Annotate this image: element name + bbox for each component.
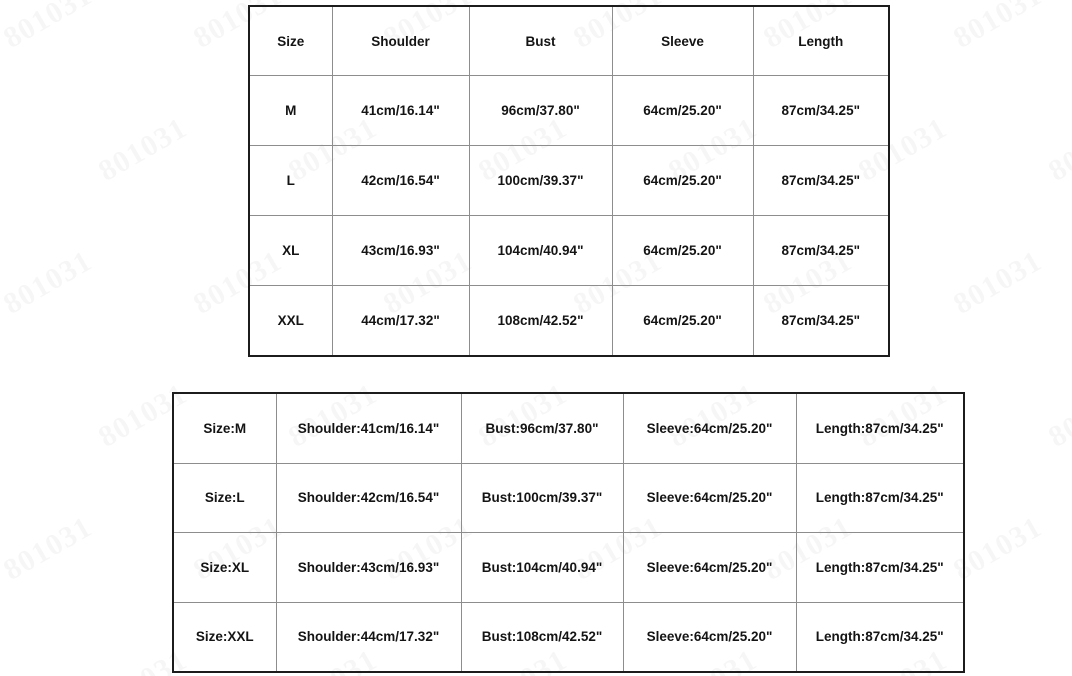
cell-sleeve: Sleeve:64cm/25.20" <box>622 392 797 464</box>
cell-shoulder: 41cm/16.14" <box>331 75 470 146</box>
table-row: Size:L Shoulder:42cm/16.54" Bust:100cm/3… <box>172 462 965 533</box>
cell-bust: 104cm/40.94" <box>468 215 613 286</box>
cell-size: L <box>248 145 333 216</box>
cell-bust: 100cm/39.37" <box>468 145 613 216</box>
table-row: XL 43cm/16.93" 104cm/40.94" 64cm/25.20" … <box>248 215 890 286</box>
cell-size: XXL <box>248 285 333 357</box>
watermark-label: 801031 <box>1043 643 1072 676</box>
cell-bust: Bust:104cm/40.94" <box>460 532 624 603</box>
cell-sleeve: Sleeve:64cm/25.20" <box>622 532 797 603</box>
watermark-label: 801031 <box>0 510 98 587</box>
table-row: Size:M Shoulder:41cm/16.14" Bust:96cm/37… <box>172 392 965 464</box>
cell-shoulder: Shoulder:43cm/16.93" <box>275 532 462 603</box>
cell-sleeve: Sleeve:64cm/25.20" <box>622 462 797 533</box>
cell-size: Size:L <box>172 462 277 533</box>
header-cell-bust: Bust <box>468 5 613 76</box>
table-row: XXL 44cm/17.32" 108cm/42.52" 64cm/25.20"… <box>248 285 890 357</box>
cell-length: Length:87cm/34.25" <box>795 601 965 673</box>
watermark-label: 801031 <box>1043 111 1072 188</box>
cell-length: 87cm/34.25" <box>752 215 890 286</box>
cell-sleeve: 64cm/25.20" <box>611 145 754 216</box>
cell-bust: 108cm/42.52" <box>468 285 613 357</box>
header-cell-size: Size <box>248 5 333 76</box>
cell-shoulder: 43cm/16.93" <box>331 215 470 286</box>
cell-shoulder: Shoulder:42cm/16.54" <box>275 462 462 533</box>
cell-length: Length:87cm/34.25" <box>795 392 965 464</box>
header-cell-sleeve: Sleeve <box>611 5 754 76</box>
cell-bust: Bust:108cm/42.52" <box>460 601 624 673</box>
cell-length: Length:87cm/34.25" <box>795 532 965 603</box>
table-row: Size:XL Shoulder:43cm/16.93" Bust:104cm/… <box>172 532 965 603</box>
cell-sleeve: 64cm/25.20" <box>611 215 754 286</box>
table-row: M 41cm/16.14" 96cm/37.80" 64cm/25.20" 87… <box>248 75 890 146</box>
size-chart-list-table: Size:M Shoulder:41cm/16.14" Bust:96cm/37… <box>172 392 965 673</box>
cell-size: Size:M <box>172 392 277 464</box>
cell-size: M <box>248 75 333 146</box>
cell-shoulder: 42cm/16.54" <box>331 145 470 216</box>
table-row: Size:XXL Shoulder:44cm/17.32" Bust:108cm… <box>172 601 965 673</box>
watermark-label: 801031 <box>0 0 98 56</box>
watermark-label: 801031 <box>948 0 1048 56</box>
cell-length: Length:87cm/34.25" <box>795 462 965 533</box>
cell-size: Size:XL <box>172 532 277 603</box>
cell-length: 87cm/34.25" <box>752 285 890 357</box>
header-cell-length: Length <box>752 5 890 76</box>
watermark-label: 801031 <box>0 244 98 321</box>
cell-sleeve: 64cm/25.20" <box>611 285 754 357</box>
watermark-label: 801031 <box>0 377 3 454</box>
cell-shoulder: Shoulder:41cm/16.14" <box>275 392 462 464</box>
cell-size: XL <box>248 215 333 286</box>
header-cell-shoulder: Shoulder <box>331 5 470 76</box>
size-chart-grid-table: Size Shoulder Bust Sleeve Length M 41cm/… <box>248 5 890 357</box>
watermark-label: 801031 <box>1043 377 1072 454</box>
cell-length: 87cm/34.25" <box>752 75 890 146</box>
table-row: L 42cm/16.54" 100cm/39.37" 64cm/25.20" 8… <box>248 145 890 216</box>
cell-sleeve: 64cm/25.20" <box>611 75 754 146</box>
table-header-row: Size Shoulder Bust Sleeve Length <box>248 5 890 76</box>
cell-sleeve: Sleeve:64cm/25.20" <box>622 601 797 673</box>
cell-size: Size:XXL <box>172 601 277 673</box>
cell-bust: 96cm/37.80" <box>468 75 613 146</box>
cell-shoulder: Shoulder:44cm/17.32" <box>275 601 462 673</box>
watermark-label: 801031 <box>0 111 3 188</box>
cell-bust: Bust:100cm/39.37" <box>460 462 624 533</box>
cell-length: 87cm/34.25" <box>752 145 890 216</box>
watermark-label: 801031 <box>948 244 1048 321</box>
watermark-label: 801031 <box>0 643 3 676</box>
cell-shoulder: 44cm/17.32" <box>331 285 470 357</box>
watermark-label: 801031 <box>93 111 193 188</box>
cell-bust: Bust:96cm/37.80" <box>460 392 624 464</box>
